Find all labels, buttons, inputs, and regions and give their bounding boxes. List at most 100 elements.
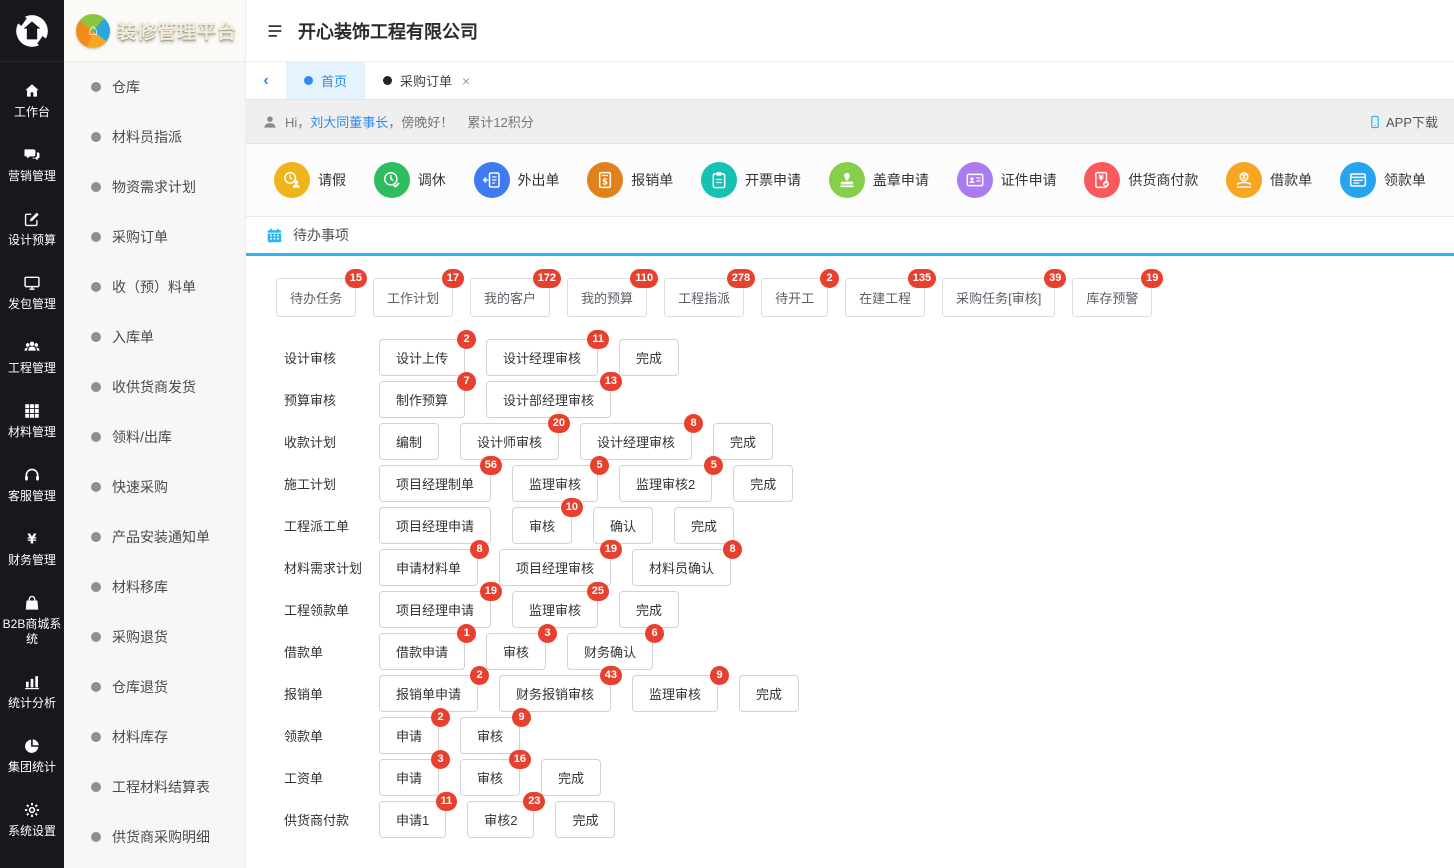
workflow-step-button[interactable]: 财务确认6 [567,633,653,670]
sidebar-item[interactable]: 供货商采购明细 [64,812,245,862]
workflow-step-button[interactable]: 审核16 [460,759,520,796]
stat-tab-my-budgets[interactable]: 我的预算110 [567,278,647,317]
workflow-step-button[interactable]: 审核223 [467,801,534,838]
sidebar-item[interactable]: 入库单 [64,312,245,362]
sidebar-item[interactable]: 物资需求计划 [64,162,245,212]
quick-action-cash[interactable]: 领款单 [1340,162,1426,198]
stat-tab-to-start[interactable]: 待开工2 [761,278,828,317]
rail-item-label: 材料管理 [8,425,56,440]
workflow-step-button[interactable]: 财务报销审核43 [499,675,611,712]
quick-action-reimburse[interactable]: $报销单 [587,162,673,198]
rail-item-stats[interactable]: 统计分析 [0,663,64,721]
sidebar-item[interactable]: 快速采购 [64,462,245,512]
rail-item-group-stats[interactable]: 集团统计 [0,727,64,785]
workflow-step-button[interactable]: 监理审核5 [512,465,598,502]
workflow-step-button[interactable]: 完成 [674,507,734,544]
workflow-step-button[interactable]: 审核9 [460,717,520,754]
sidebar-item-label: 仓库退货 [112,677,168,697]
workflow-step-button[interactable]: 制作预算7 [379,381,465,418]
rail-item-service[interactable]: 客服管理 [0,456,64,514]
stat-tab-in-progress[interactable]: 在建工程135 [845,278,925,317]
quick-action-stamp[interactable]: 盖章申请 [829,162,929,198]
workflow-step-button[interactable]: 设计上传2 [379,339,465,376]
quick-action-overtime[interactable]: 调休 [374,162,446,198]
rail-item-material[interactable]: 材料管理 [0,392,64,450]
workflow-step-button[interactable]: 项目经理制单56 [379,465,491,502]
sidebar-item[interactable]: 领料/出库 [64,412,245,462]
workflow-step-button[interactable]: 完成 [619,339,679,376]
workflow-step-button[interactable]: 完成 [619,591,679,628]
quick-action-certificate[interactable]: 证件申请 [957,162,1057,198]
workflow-step-button[interactable]: 申请111 [379,801,446,838]
workflow-step-button[interactable]: 审核10 [512,507,572,544]
workflow-step-button[interactable]: 设计部经理审核13 [486,381,611,418]
quick-action-invoice[interactable]: 开票申请 [701,162,801,198]
invoice-icon [701,162,737,198]
workflow-step-button[interactable]: 申请3 [379,759,439,796]
rail-item-workbench[interactable]: 工作台 [0,72,64,130]
workflow-step-button[interactable]: 审核3 [486,633,546,670]
workflow-step-button[interactable]: 项目经理申请19 [379,591,491,628]
menu-toggle-icon[interactable] [266,22,284,40]
rail-item-finance[interactable]: ¥财务管理 [0,520,64,578]
workflow-step-button[interactable]: 完成 [713,423,773,460]
workflow-step-button[interactable]: 项目经理审核19 [499,549,611,586]
workflow-step-button[interactable]: 项目经理申请 [379,507,491,544]
workflow-step-button[interactable]: 借款申请1 [379,633,465,670]
sidebar-item[interactable]: 采购退货 [64,612,245,662]
workflow-step-button[interactable]: 完成 [541,759,601,796]
workflow-step-button[interactable]: 完成 [733,465,793,502]
workflow-step-button[interactable]: 监理审核9 [632,675,718,712]
rail-item-marketing[interactable]: 营销管理 [0,136,64,194]
stat-tab-work-plans[interactable]: 工作计划17 [373,278,453,317]
count-badge: 6 [645,624,664,643]
tab-purchase-order[interactable]: 采购订单× [365,62,488,99]
sidebar-item[interactable]: 采购订单 [64,212,245,262]
sidebar-item[interactable]: 收供货商发货 [64,362,245,412]
rail-item-b2b-mall[interactable]: B2B商城系统 [0,584,64,657]
stat-tab-my-customers[interactable]: 我的客户172 [470,278,550,317]
quick-action-leave[interactable]: 请假 [274,162,346,198]
sidebar-item[interactable]: 收（预）料单 [64,262,245,312]
workflow-label: 供货商付款 [284,810,379,829]
rail-item-project[interactable]: 工程管理 [0,328,64,386]
workflow-step-button[interactable]: 设计经理审核8 [580,423,692,460]
rail-item-contract[interactable]: 发包管理 [0,264,64,322]
quick-action-supplier-pay[interactable]: ¥供货商付款 [1084,162,1198,198]
close-icon[interactable]: × [462,73,470,89]
brand: ⌂ 装修管理平台 [64,0,245,62]
app-download-link[interactable]: APP下载 [1368,112,1438,131]
workflow-step-button[interactable]: 监理审核25 [512,591,598,628]
sidebar-item[interactable]: 产品安装通知单 [64,512,245,562]
sidebar-item[interactable]: 材料库存 [64,712,245,762]
workflow-step-button[interactable]: 设计师审核20 [460,423,559,460]
workflow-step-button[interactable]: 设计经理审核11 [486,339,598,376]
sidebar-item[interactable]: 材料员指派 [64,112,245,162]
workflow-step-button[interactable]: 申请材料单8 [379,549,478,586]
workflow-step-button[interactable]: 确认 [593,507,653,544]
workflow-step-button[interactable]: 编制 [379,423,439,460]
count-badge: 15 [345,269,367,288]
workflow-step-button[interactable]: 申请2 [379,717,439,754]
sidebar-item[interactable]: 仓库退货 [64,662,245,712]
workflow-step-button[interactable]: 报销单申请2 [379,675,478,712]
workflow-step-button[interactable]: 材料员确认8 [632,549,731,586]
quick-action-loan[interactable]: ¥借款单 [1226,162,1312,198]
rail-item-design-budget[interactable]: 设计预算 [0,200,64,258]
workflow-step-button[interactable]: 完成 [739,675,799,712]
stat-tab-stock-warning[interactable]: 库存预警19 [1072,278,1152,317]
rail-item-settings[interactable]: 系统设置 [0,791,64,849]
stat-tab-project-assign[interactable]: 工程指派278 [664,278,744,317]
workflow-step-button[interactable]: 监理审核25 [619,465,712,502]
sidebar-item[interactable]: 材料移库 [64,562,245,612]
tabs-back-chevron-icon[interactable]: ‹ [246,62,286,99]
tab-home[interactable]: 首页 [286,62,365,99]
stat-tab-todo-tasks[interactable]: 待办任务15 [276,278,356,317]
user-name-link[interactable]: 刘大同董事长 [310,112,388,131]
workflow-step-button[interactable]: 完成 [555,801,615,838]
stat-tab-purchase-review[interactable]: 采购任务[审核]39 [942,278,1055,317]
sidebar-item[interactable]: 工程材料结算表 [64,762,245,812]
quick-action-outgoing[interactable]: 外出单 [474,162,560,198]
app-logo-icon[interactable] [0,0,64,62]
sidebar-item[interactable]: 仓库 [64,62,245,112]
